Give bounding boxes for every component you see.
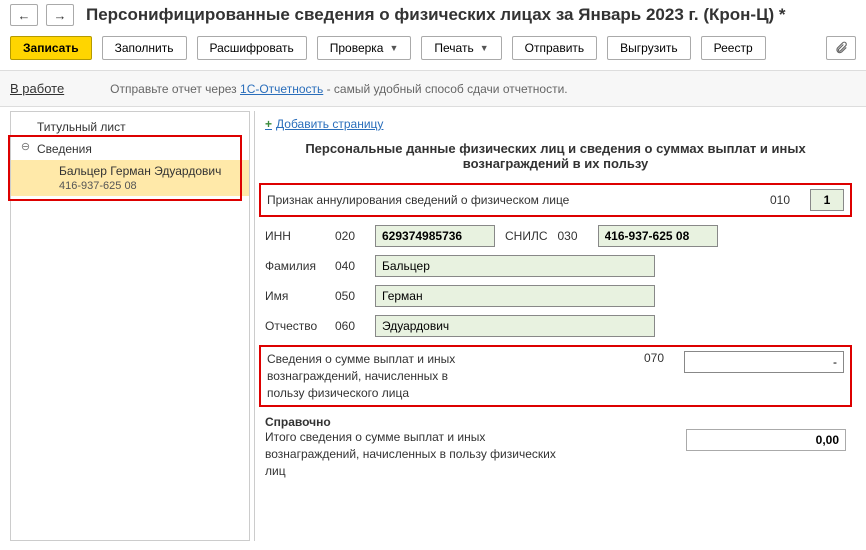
one-s-reporting-link[interactable]: 1С-Отчетность xyxy=(240,82,323,96)
patronymic-code: 060 xyxy=(335,319,365,333)
info-post: - самый удобный способ сдачи отчетности. xyxy=(323,82,567,96)
info-pre: Отправьте отчет через xyxy=(110,82,240,96)
name-input[interactable] xyxy=(375,285,655,307)
tree-item-title-page[interactable]: Титульный лист xyxy=(11,116,249,138)
page-title: Персонифицированные сведения о физически… xyxy=(86,5,785,25)
status-link[interactable]: В работе xyxy=(10,81,64,96)
snils-code: 030 xyxy=(558,229,588,243)
reference-total-field xyxy=(686,429,846,451)
row-name: Имя 050 xyxy=(265,285,846,307)
registry-button[interactable]: Реестр xyxy=(701,36,766,60)
reference-label: Итого сведения о сумме выплат и иных воз… xyxy=(265,429,565,479)
inn-input[interactable] xyxy=(375,225,495,247)
snils-input[interactable] xyxy=(598,225,718,247)
row-sum: Сведения о сумме выплат и иных вознаграж… xyxy=(259,345,852,407)
cancel-sign-input[interactable] xyxy=(810,189,844,211)
collapse-icon[interactable]: ⊖ xyxy=(19,141,32,154)
surname-label: Фамилия xyxy=(265,259,325,273)
inn-label: ИНН xyxy=(265,229,325,243)
check-button[interactable]: Проверка ▼ xyxy=(317,36,412,60)
reference-title: Справочно xyxy=(265,415,846,429)
sum-code: 070 xyxy=(644,351,674,365)
fill-button[interactable]: Заполнить xyxy=(102,36,187,60)
sum-label: Сведения о сумме выплат и иных вознаграж… xyxy=(267,351,487,401)
surname-code: 040 xyxy=(335,259,365,273)
snils-label: СНИЛС xyxy=(505,229,548,243)
row-cancel-sign: Признак аннулирования сведений о физичес… xyxy=(259,183,852,217)
add-page-link[interactable]: + Добавить страницу xyxy=(265,117,383,131)
patronymic-label: Отчество xyxy=(265,319,325,333)
print-button-label: Печать xyxy=(434,41,473,55)
inn-code: 020 xyxy=(335,229,365,243)
tree-item-person[interactable]: Бальцер Герман Эдуардович 416-937-625 08 xyxy=(11,160,249,196)
row-inn-snils: ИНН 020 СНИЛС 030 xyxy=(265,225,846,247)
tree-item-label: Сведения xyxy=(37,142,92,156)
check-button-label: Проверка xyxy=(330,41,384,55)
tree-person-snils: 416-937-625 08 xyxy=(59,180,241,192)
caret-down-icon: ▼ xyxy=(480,43,489,53)
row-patronymic: Отчество 060 xyxy=(265,315,846,337)
nav-back-button[interactable]: ← xyxy=(10,4,38,26)
tree-item-label: Титульный лист xyxy=(37,120,126,134)
sum-input[interactable] xyxy=(684,351,844,373)
cancel-sign-label: Признак аннулирования сведений о физичес… xyxy=(267,193,760,207)
send-button[interactable]: Отправить xyxy=(512,36,598,60)
tree-person-name: Бальцер Герман Эдуардович xyxy=(59,164,221,178)
row-reference-total: Итого сведения о сумме выплат и иных воз… xyxy=(265,429,846,479)
info-text: Отправьте отчет через 1С-Отчетность - са… xyxy=(110,82,567,96)
save-button[interactable]: Записать xyxy=(10,36,92,60)
patronymic-input[interactable] xyxy=(375,315,655,337)
add-page-label: Добавить страницу xyxy=(276,117,383,131)
nav-forward-button[interactable]: → xyxy=(46,4,74,26)
export-button[interactable]: Выгрузить xyxy=(607,36,691,60)
tree-item-section[interactable]: ⊖ Сведения xyxy=(11,138,249,160)
paperclip-icon xyxy=(834,41,848,55)
row-surname: Фамилия 040 xyxy=(265,255,846,277)
name-code: 050 xyxy=(335,289,365,303)
decode-button[interactable]: Расшифровать xyxy=(197,36,307,60)
caret-down-icon: ▼ xyxy=(389,43,398,53)
navigation-tree: Титульный лист ⊖ Сведения Бальцер Герман… xyxy=(10,111,250,541)
attachments-button[interactable] xyxy=(826,36,856,60)
surname-input[interactable] xyxy=(375,255,655,277)
cancel-sign-code: 010 xyxy=(770,193,800,207)
section-title: Персональные данные физических лиц и све… xyxy=(275,141,836,171)
print-button[interactable]: Печать ▼ xyxy=(421,36,501,60)
name-label: Имя xyxy=(265,289,325,303)
plus-icon: + xyxy=(265,117,272,131)
